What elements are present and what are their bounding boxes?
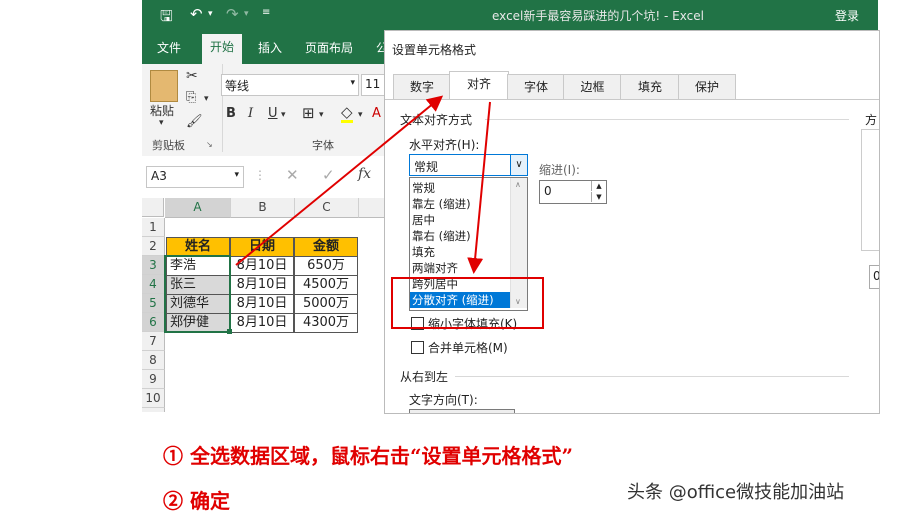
annotation-arrows: [235, 95, 491, 274]
arrow-to-distributed-option: [467, 101, 491, 274]
instruction-step-2: ② 确定: [163, 489, 230, 513]
arrow-to-alignment-tab: [235, 95, 444, 266]
instruction-step-1: ① 全选数据区域，鼠标右击“设置单元格格式”: [163, 444, 573, 468]
watermark: 头条 @office微技能加油站: [627, 482, 845, 503]
